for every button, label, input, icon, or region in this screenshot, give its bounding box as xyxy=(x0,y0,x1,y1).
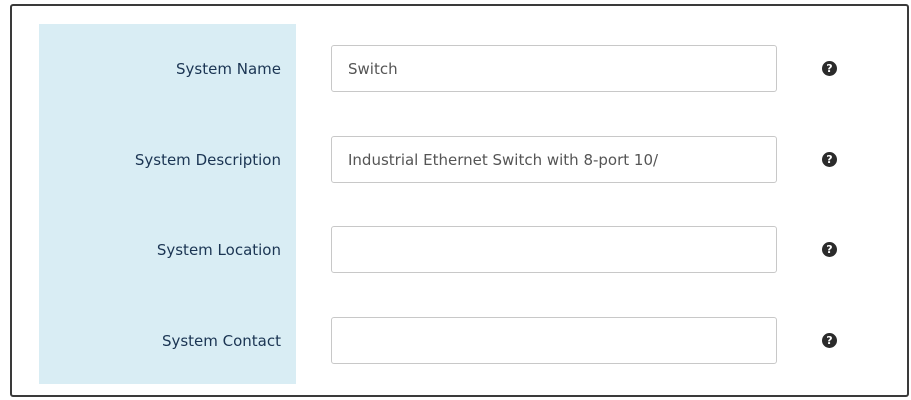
system-contact-input[interactable] xyxy=(331,317,777,364)
system-contact-label: System Contact xyxy=(161,332,281,350)
system-description-row: System Description ? xyxy=(0,136,911,184)
system-name-label: System Name xyxy=(176,60,281,78)
system-contact-row: System Contact ? xyxy=(0,317,911,365)
system-location-row: System Location ? xyxy=(0,226,911,274)
question-circle-icon[interactable]: ? xyxy=(822,152,837,167)
system-location-label: System Location xyxy=(156,241,281,259)
system-description-label: System Description xyxy=(134,151,281,169)
system-name-input[interactable] xyxy=(331,45,777,92)
question-circle-icon[interactable]: ? xyxy=(822,61,837,76)
system-description-input[interactable] xyxy=(331,136,777,183)
question-circle-icon[interactable]: ? xyxy=(822,242,837,257)
system-location-input[interactable] xyxy=(331,226,777,273)
question-circle-icon[interactable]: ? xyxy=(822,333,837,348)
system-name-row: System Name ? xyxy=(0,45,911,93)
